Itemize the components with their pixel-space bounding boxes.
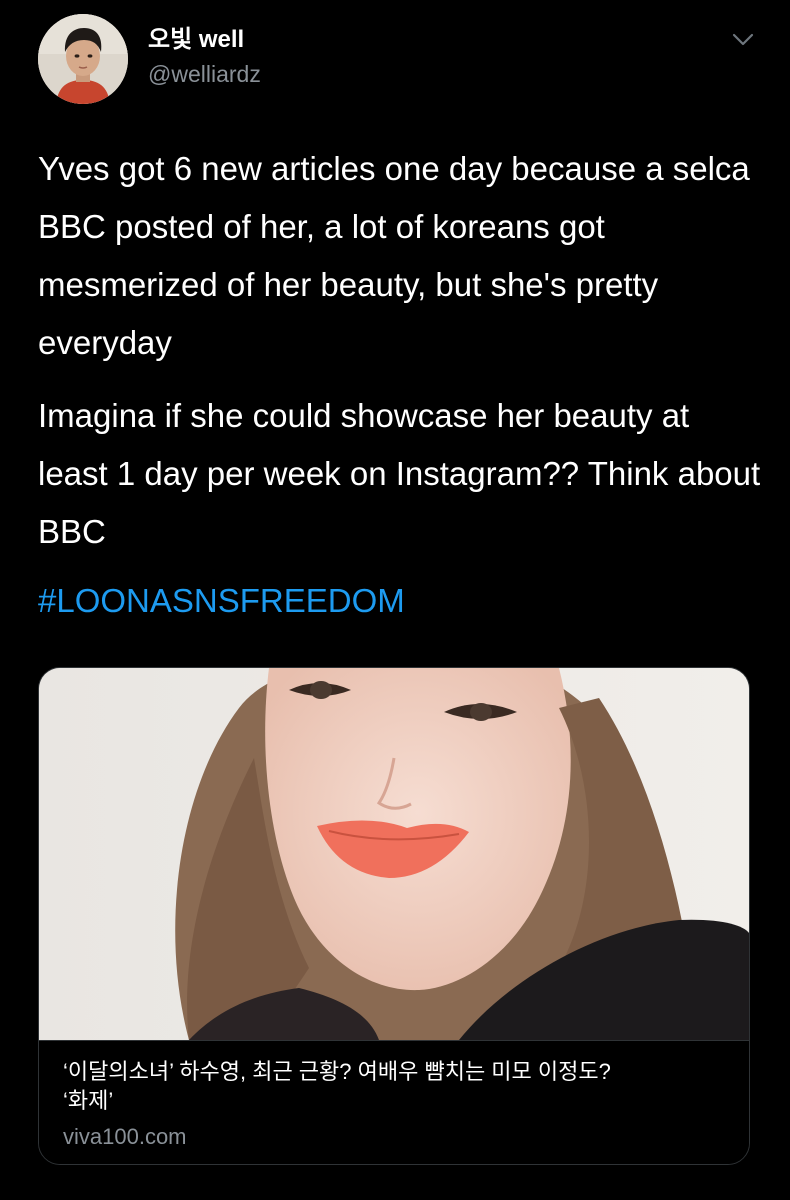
author-display-name[interactable]: 오빛 well (148, 26, 244, 54)
avatar-photo (38, 14, 128, 104)
link-preview-image (39, 668, 749, 1040)
link-preview-title: ‘이달의소녀’ 하수영, 최근 근황? 여배우 뺨치는 미모 이정도? ‘화제’ (63, 1057, 723, 1115)
link-preview-card[interactable]: ‘이달의소녀’ 하수영, 최근 근황? 여배우 뺨치는 미모 이정도? ‘화제’… (38, 667, 750, 1165)
author-handle[interactable]: @welliardz (148, 60, 261, 88)
chevron-down-icon[interactable] (730, 30, 756, 50)
link-preview-title-line: ‘이달의소녀’ 하수영, 최근 근황? 여배우 뺨치는 미모 이정도? (63, 1059, 611, 1084)
tweet-paragraph: Yves got 6 new articles one day because … (38, 150, 750, 361)
link-preview-meta: ‘이달의소녀’ 하수영, 최근 근황? 여배우 뺨치는 미모 이정도? ‘화제’… (39, 1040, 749, 1164)
link-preview-domain: viva100.com (63, 1124, 187, 1149)
avatar[interactable] (38, 14, 128, 104)
tweet-paragraph: Imagina if she could showcase her beauty… (38, 397, 761, 550)
hashtag-link[interactable]: #LOONASNSFREEDOM (38, 572, 405, 630)
tweet-text: Yves got 6 new articles one day because … (38, 140, 763, 550)
link-preview-title-line: ‘화제’ (63, 1088, 114, 1113)
